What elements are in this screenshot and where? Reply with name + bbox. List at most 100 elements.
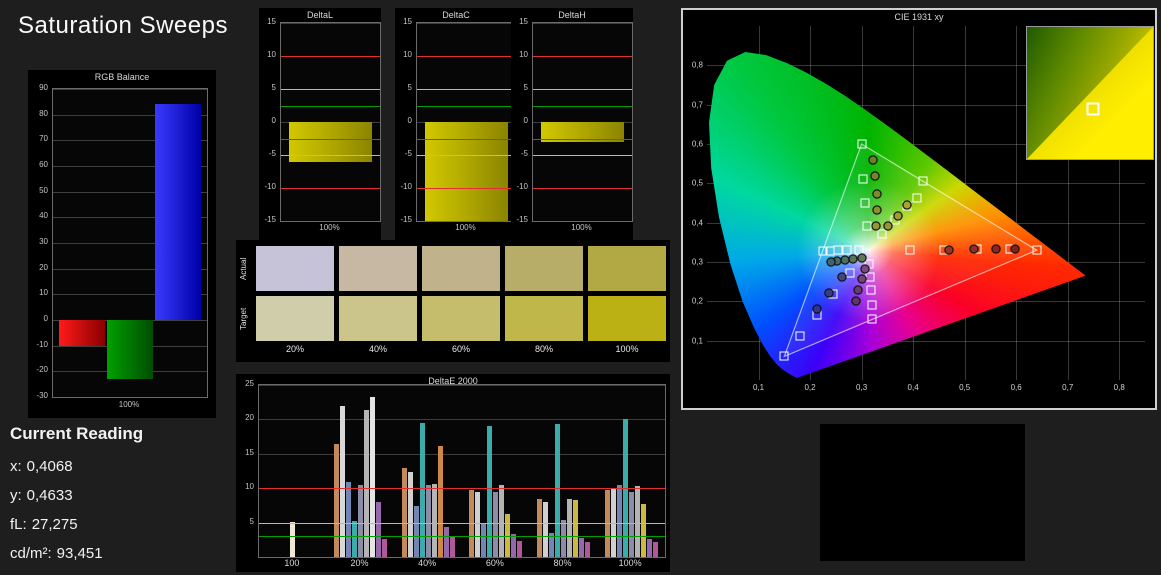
deltae-bar: [401, 467, 407, 557]
measured-marker: [860, 264, 870, 274]
saturation-label: 100%: [615, 344, 639, 354]
measured-marker: [840, 255, 850, 265]
y-tick-label: 0,2: [691, 296, 703, 306]
y-tick-label: 5: [407, 82, 412, 92]
reference-line: [533, 55, 632, 57]
target-swatch: [339, 296, 417, 341]
gridline: [53, 397, 207, 398]
measured-marker: [857, 274, 867, 284]
saturation-label: 80%: [534, 344, 554, 354]
saturation-label: 40%: [368, 344, 388, 354]
deltal-xlabel: 100%: [319, 223, 340, 232]
reference-line: [281, 105, 380, 107]
reference-line: [259, 522, 665, 524]
actual-swatch: [339, 246, 417, 291]
deltah-ylabels: 15 10 5 0 -5 -10 -15: [511, 18, 531, 224]
deltah-chart: DeltaH 15 10 5 0 -5 -10 -15 100%: [511, 8, 633, 240]
measured-marker: [991, 244, 1001, 254]
reading-y: y: 0,4633: [10, 487, 73, 504]
saturation-label: 20%: [285, 344, 305, 354]
deltal-chart: DeltaL 15 10 5 0 -5 -10 -15 100%: [259, 8, 381, 240]
target-swatch: [588, 296, 666, 341]
saturation-sweeps-page: Saturation Sweeps RGB Balance 90 80 70 60 50…: [0, 0, 1161, 575]
deltae-bar: [407, 471, 413, 557]
target-marker: [877, 229, 887, 239]
reference-line: [533, 154, 632, 156]
deltae-bar: [579, 537, 584, 557]
reference-line: [533, 138, 632, 140]
actual-swatch: [505, 246, 583, 291]
y-tick-label: -5: [520, 148, 528, 158]
x-tick-label: 80%: [553, 558, 572, 568]
cie-zoom-inset: [1026, 26, 1154, 160]
reference-line: [281, 188, 380, 189]
target-marker: [818, 246, 828, 256]
x-tick-label: 0,1: [752, 383, 765, 392]
target-marker: [905, 245, 915, 255]
target-marker: [857, 139, 867, 149]
actual-swatch: [256, 246, 334, 291]
target-marker: [833, 245, 843, 255]
y-tick-label: 0,7: [691, 100, 703, 110]
target-swatch: [256, 296, 334, 341]
gridline: [53, 89, 207, 90]
deltae-bar: [517, 540, 523, 557]
deltae-bar: [346, 482, 351, 557]
y-tick-label: -10: [264, 182, 276, 191]
deltae-bar: [634, 486, 640, 557]
deltae-bar: [543, 501, 548, 557]
deltal-ylabels: 15 10 5 0 -5 -10 -15: [259, 18, 279, 224]
deltae-bar: [573, 499, 578, 557]
deltae-bar: [652, 541, 658, 557]
deltac-bar: [424, 122, 509, 221]
target-marker: [862, 221, 872, 231]
reading-fl: fL: 27,275: [10, 516, 78, 533]
cie-inset-marker: [1086, 102, 1100, 116]
deltal-title: DeltaL: [306, 10, 333, 20]
deltac-chart: DeltaC 15 10 5 0 -5 -10 -15 100%: [395, 8, 517, 240]
y-tick-label: 20: [39, 262, 48, 272]
target-marker: [867, 300, 877, 310]
measured-marker: [851, 296, 861, 306]
x-tick-label: 40%: [418, 558, 437, 568]
deltae-bar: [604, 490, 610, 557]
deltae-bar: [364, 409, 369, 557]
reference-line: [533, 88, 632, 90]
deltae-bar: [475, 492, 481, 557]
deltae-bar: [449, 536, 455, 557]
measured-marker: [902, 200, 912, 210]
y-tick-label: -30: [36, 391, 48, 400]
y-tick-label: 40: [39, 211, 48, 221]
target-row-label: Target: [239, 307, 248, 330]
y-tick-label: 5: [249, 516, 254, 526]
deltac-xlabel: 100%: [455, 223, 476, 232]
deltae-bar: [443, 526, 449, 557]
deltae-bar: [628, 492, 634, 557]
measured-marker: [868, 155, 878, 165]
gridline: [533, 23, 632, 24]
deltac-title: DeltaC: [442, 10, 470, 20]
y-tick-label: 10: [403, 49, 412, 59]
reference-line: [259, 488, 665, 490]
measured-marker: [872, 205, 882, 215]
target-marker: [842, 245, 852, 255]
cie-1931-chart: CIE 1931 xy 0,1 0,2 0,3 0,4 0,5 0,6 0,7 0,8 0,1…: [681, 8, 1157, 410]
pattern-preview-window: [820, 424, 1025, 561]
reference-line: [259, 536, 665, 538]
y-tick-label: -5: [404, 148, 412, 158]
y-tick-label: 10: [519, 49, 528, 59]
measured-marker: [944, 245, 954, 255]
y-tick-label: 60: [39, 160, 48, 169]
reference-line: [281, 138, 380, 140]
deltae-bar: [382, 539, 387, 557]
gridline: [417, 23, 516, 24]
y-tick-label: 30: [39, 237, 48, 246]
y-tick-label: 20: [245, 413, 254, 423]
target-marker: [912, 193, 922, 203]
deltae-bar: [585, 541, 590, 557]
y-tick-label: 0,3: [691, 257, 703, 267]
x-tick-label: 0,7: [1062, 383, 1074, 392]
saturation-label: 60%: [451, 344, 471, 354]
measured-marker: [824, 288, 834, 298]
reference-line: [417, 88, 516, 90]
